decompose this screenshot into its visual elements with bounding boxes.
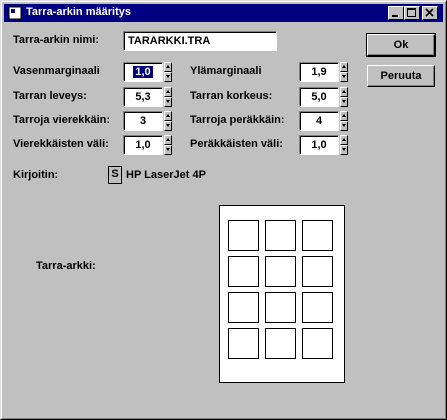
labels-across-spinner[interactable] <box>164 111 172 131</box>
labels-across-label: Tarroja vierekkäin: <box>13 114 111 126</box>
maximize-icon <box>407 8 416 17</box>
horizontal-gap-spinner[interactable] <box>164 135 172 155</box>
minimize-button[interactable] <box>388 6 404 20</box>
spin-up-icon[interactable] <box>164 135 172 145</box>
minimize-icon <box>392 15 398 17</box>
spin-down-icon[interactable] <box>164 97 172 107</box>
printer-label: Kirjoitin: <box>13 169 59 181</box>
window-title: Tarra-arkin määritys <box>26 6 131 18</box>
spin-down-icon[interactable] <box>340 121 348 131</box>
label-cell <box>302 328 333 359</box>
vertical-gap-spinner[interactable] <box>340 135 348 155</box>
horizontal-gap-label: Vierekkäisten väli: <box>13 138 109 150</box>
printer-name: HP LaserJet 4P <box>126 169 206 181</box>
labels-across-input[interactable]: 3 <box>123 111 163 131</box>
label-height-input[interactable]: 5,0 <box>299 87 339 107</box>
label-width-input[interactable]: 5,3 <box>123 87 163 107</box>
spin-up-icon[interactable] <box>164 111 172 121</box>
label-cell <box>228 328 259 359</box>
spin-up-icon[interactable] <box>340 87 348 97</box>
spin-down-icon[interactable] <box>164 121 172 131</box>
label-cell <box>302 220 333 251</box>
spin-down-icon[interactable] <box>340 145 348 155</box>
label-cell <box>228 220 259 251</box>
printer-select-button[interactable]: S <box>108 166 122 184</box>
spin-up-icon[interactable] <box>340 111 348 121</box>
label-width-label: Tarran leveys: <box>13 90 87 102</box>
sheet-preview-label: Tarra-arkki: <box>36 260 96 272</box>
app-icon[interactable] <box>8 6 22 20</box>
labels-down-spinner[interactable] <box>340 111 348 131</box>
spin-down-icon[interactable] <box>340 72 348 82</box>
spin-up-icon[interactable] <box>164 87 172 97</box>
labels-down-input[interactable]: 4 <box>299 111 339 131</box>
left-margin-value: 1,0 <box>133 66 153 78</box>
top-margin-label: Ylämarginaali <box>190 65 262 77</box>
ok-button[interactable]: Ok <box>366 33 436 57</box>
sheet-name-label: Tarra-arkin nimi: <box>13 34 99 46</box>
left-margin-spinner[interactable] <box>164 62 172 82</box>
spin-down-icon[interactable] <box>164 72 172 82</box>
close-button[interactable] <box>422 6 438 20</box>
spin-down-icon[interactable] <box>164 145 172 155</box>
cancel-button[interactable]: Peruuta <box>367 65 435 87</box>
label-cell <box>302 292 333 323</box>
vertical-gap-label: Peräkkäisten väli: <box>190 138 283 150</box>
label-cell <box>265 220 296 251</box>
label-cell <box>265 292 296 323</box>
label-width-spinner[interactable] <box>164 87 172 107</box>
label-height-spinner[interactable] <box>340 87 348 107</box>
spin-up-icon[interactable] <box>340 135 348 145</box>
maximize-button[interactable] <box>404 6 420 20</box>
top-margin-input[interactable]: 1,9 <box>299 62 339 82</box>
label-cell <box>302 256 333 287</box>
label-sheet-preview <box>219 205 345 383</box>
left-margin-input[interactable]: 1,0 <box>123 62 163 82</box>
labels-down-label: Tarroja peräkkäin: <box>190 114 285 126</box>
title-bar[interactable]: Tarra-arkin määritys <box>4 4 443 22</box>
top-margin-spinner[interactable] <box>340 62 348 82</box>
sheet-name-input[interactable]: TARARKKI.TRA <box>123 31 277 51</box>
close-icon <box>425 8 434 17</box>
label-cell <box>228 256 259 287</box>
label-height-label: Tarran korkeus: <box>190 90 273 102</box>
label-cell <box>265 256 296 287</box>
horizontal-gap-input[interactable]: 1,0 <box>123 135 163 155</box>
spin-up-icon[interactable] <box>164 62 172 72</box>
vertical-gap-input[interactable]: 1,0 <box>299 135 339 155</box>
label-cell <box>265 328 296 359</box>
spin-up-icon[interactable] <box>340 62 348 72</box>
dialog-window: Tarra-arkin määritys Tarra-arkin nimi: T… <box>0 0 447 420</box>
left-margin-label: Vasenmarginaali <box>13 65 100 77</box>
label-cell <box>228 292 259 323</box>
spin-down-icon[interactable] <box>340 97 348 107</box>
